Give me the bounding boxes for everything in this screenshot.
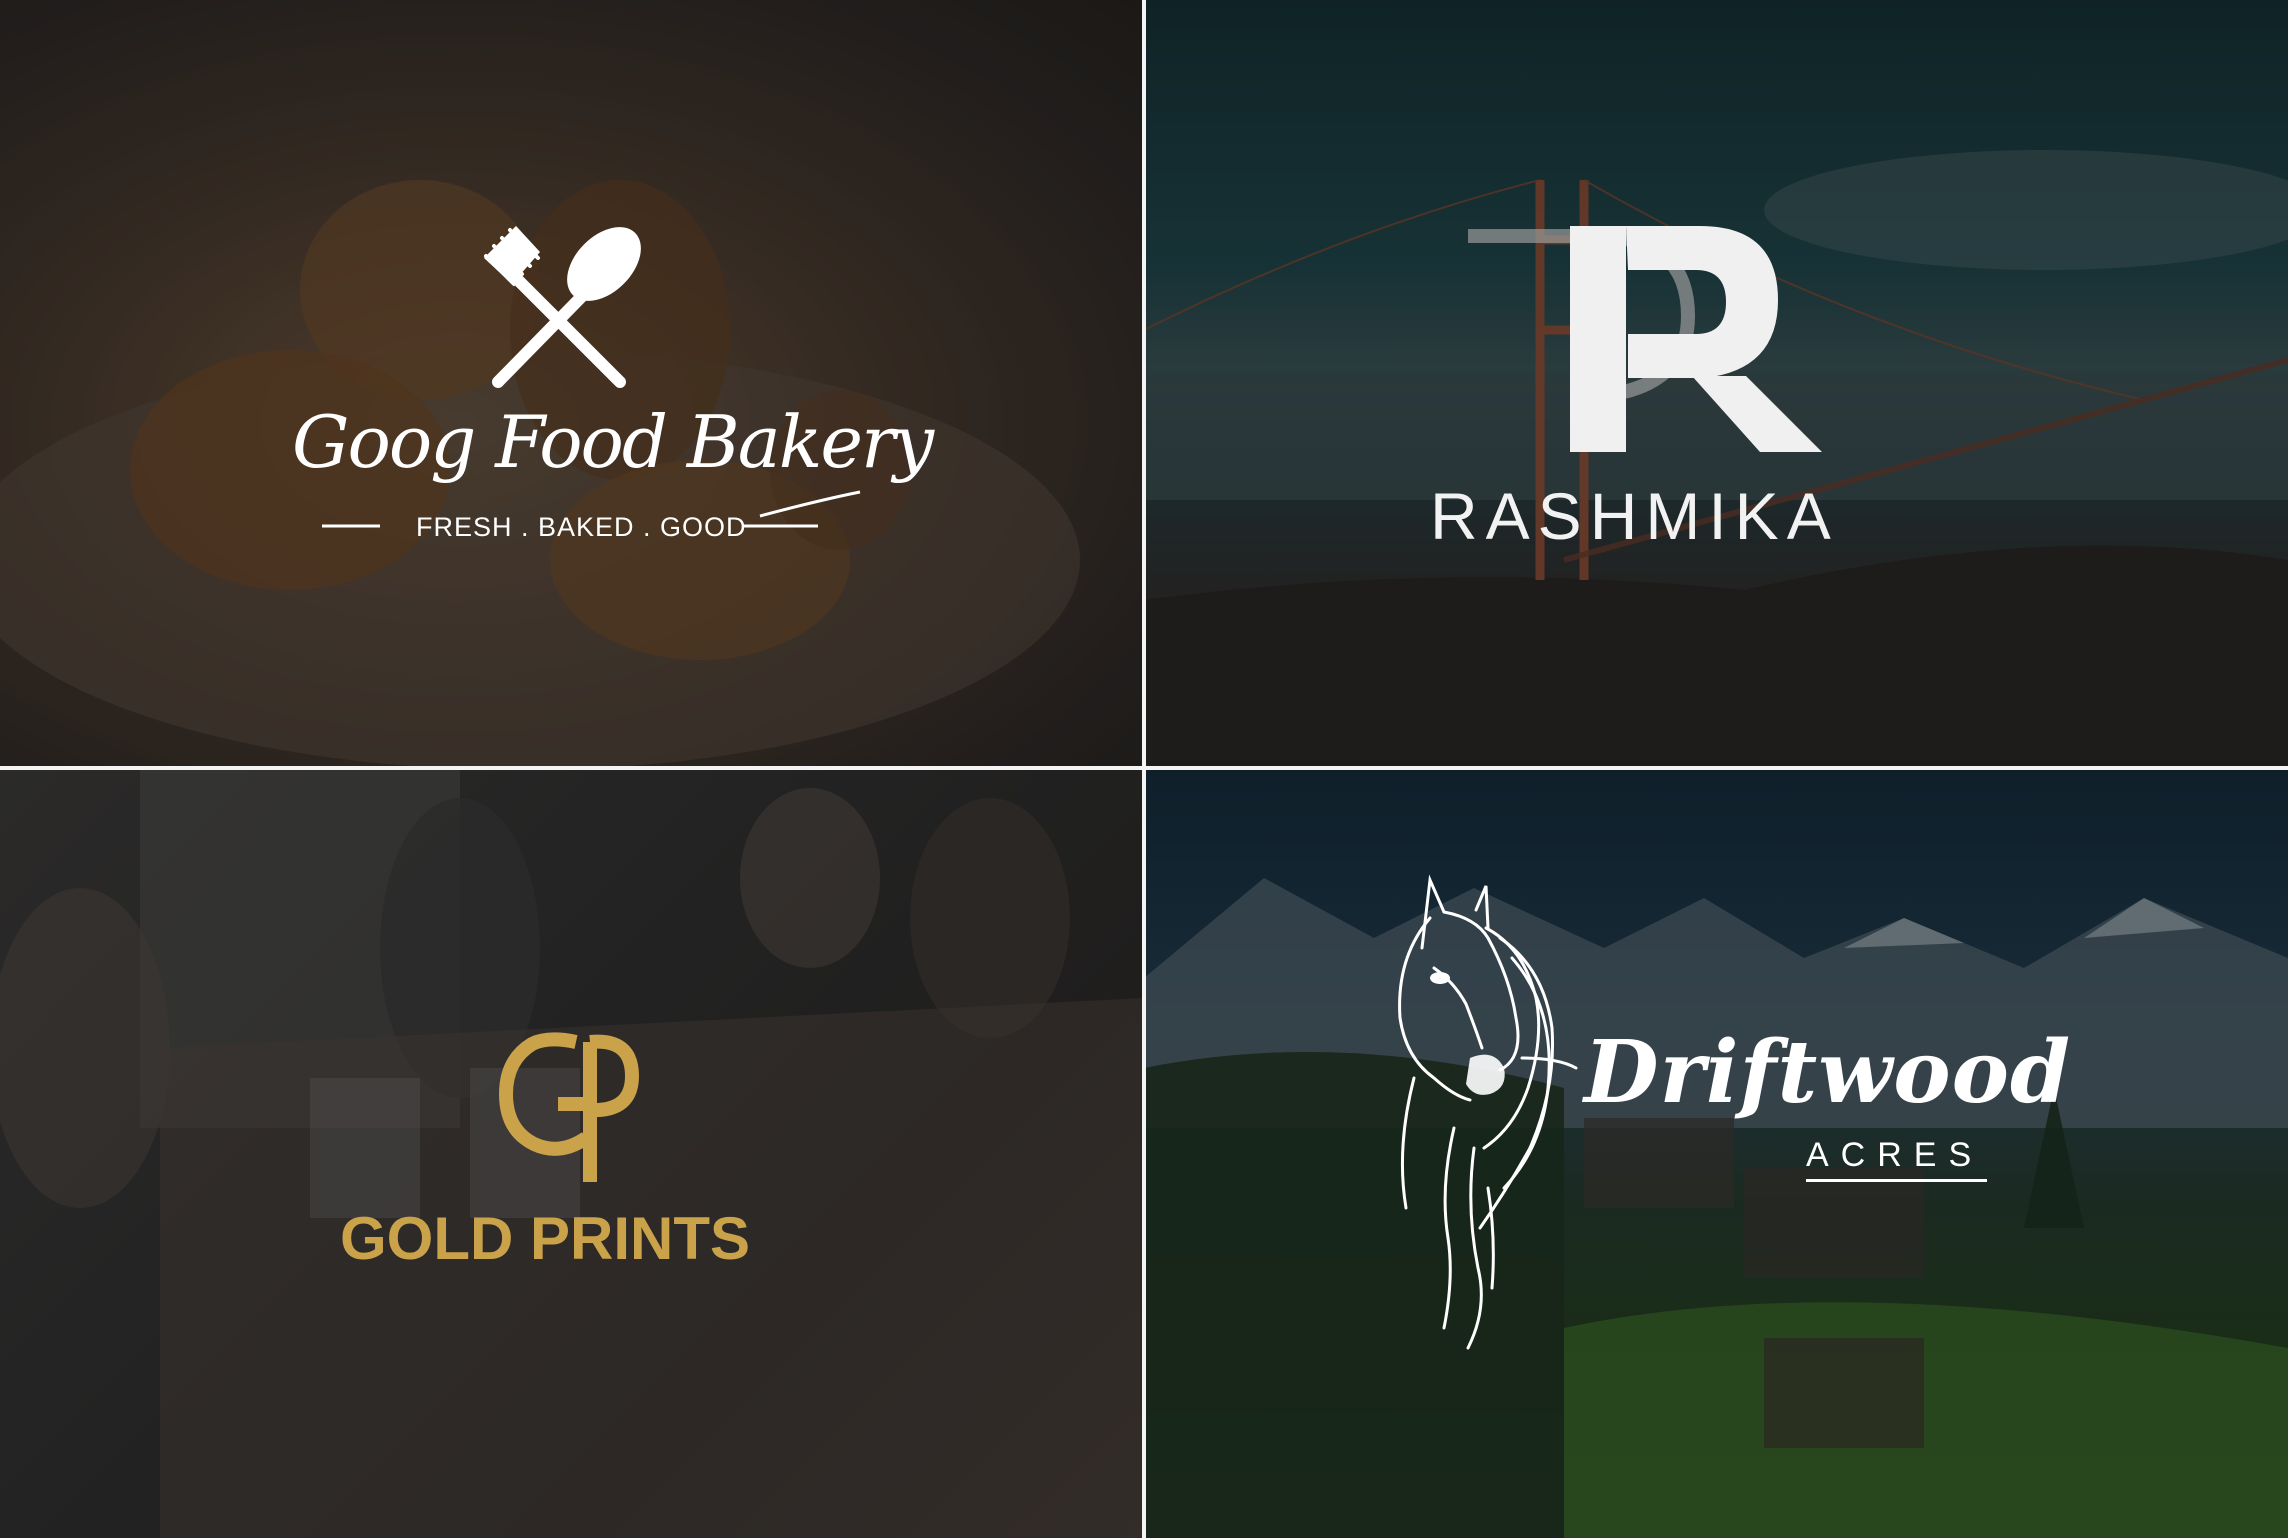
rashmika-brand-name: RASHMIKA [1430, 479, 1839, 553]
gold-prints-brand-name: GOLD PRINTS [340, 1205, 751, 1272]
r-monogram-icon [1468, 226, 1822, 452]
horse-head-icon [1398, 874, 1578, 1350]
panel-rashmika: RASHMIKA [1144, 0, 2288, 768]
driftwood-brand-name: Driftwood [1584, 1022, 2072, 1123]
panel-gold-prints: GOLD PRINTS [0, 768, 1144, 1538]
horizontal-divider [0, 766, 2288, 770]
logo-showcase-grid: Goog Food Bakery FRESH . BAKED . GOOD RA… [0, 0, 2288, 1538]
panel-bakery: Goog Food Bakery FRESH . BAKED . GOOD [0, 0, 1144, 768]
panel-driftwood-acres: Driftwood ACRES [1144, 768, 2288, 1538]
bakery-swash [322, 490, 861, 528]
gp-monogram-icon [498, 1032, 640, 1182]
bakery-tagline: FRESH . BAKED . GOOD [416, 512, 747, 542]
acres-subbrand: ACRES [1806, 1136, 1988, 1182]
